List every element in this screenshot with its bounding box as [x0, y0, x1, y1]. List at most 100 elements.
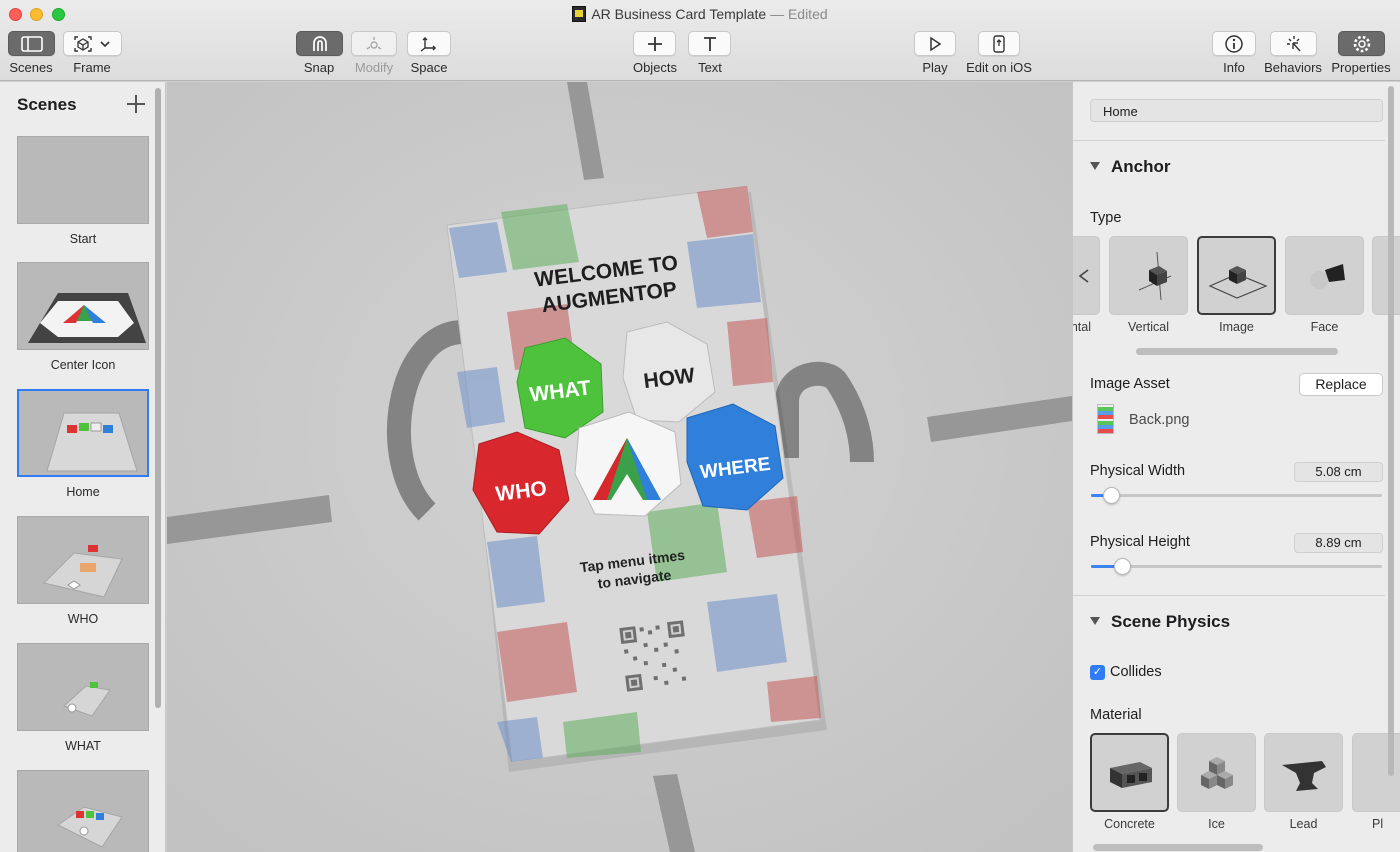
physical-width-field[interactable]: 5.08 cm — [1294, 462, 1383, 482]
frame-button[interactable] — [63, 31, 122, 56]
replace-button[interactable]: Replace — [1299, 373, 1383, 396]
viewport-art: WELCOME TO AUGMENTOP WHAT HOW WHO WHERE … — [167, 82, 1072, 852]
edited-indicator: — Edited — [770, 6, 828, 22]
objects-button[interactable] — [633, 31, 676, 56]
anchor-section-header[interactable]: Anchor — [1090, 157, 1171, 177]
scene-item-center-icon[interactable]: Center Icon — [17, 262, 149, 372]
scene-thumbnail — [17, 770, 149, 852]
modify-button[interactable] — [351, 31, 397, 56]
scenes-toggle-button[interactable] — [8, 31, 55, 56]
materials-scrollbar[interactable] — [1093, 844, 1263, 851]
material-label: Pl — [1372, 817, 1384, 831]
material-label: Ice — [1208, 817, 1225, 831]
modify-label: Modify — [354, 60, 394, 75]
properties-panel: Home Anchor Type ntal Vertical Image Fac… — [1072, 82, 1400, 852]
scene-label: Start — [69, 232, 97, 246]
collides-label: Collides — [1110, 664, 1162, 680]
frame-cube-icon — [73, 35, 110, 52]
gear-icon — [1353, 35, 1370, 52]
scene-thumbnail — [17, 262, 149, 350]
anchor-type-label: ntal — [1072, 320, 1091, 334]
material-label: Lead — [1289, 817, 1318, 831]
collides-checkbox[interactable]: ✓ — [1090, 665, 1105, 680]
scene-thumbnail — [17, 643, 149, 731]
scene-canvas[interactable]: WELCOME TO AUGMENTOP WHAT HOW WHO WHERE … — [167, 82, 1072, 852]
scene-item-start[interactable]: Start — [17, 136, 149, 246]
scene-label: WHO — [67, 612, 99, 626]
image-asset-label: Image Asset — [1090, 376, 1170, 392]
edit-on-ios-label: Edit on iOS — [966, 60, 1032, 75]
what-thumbnail-art — [63, 682, 111, 717]
physical-height-field[interactable]: 8.89 cm — [1294, 533, 1383, 553]
material-label: Material — [1090, 707, 1142, 723]
chevron-down-icon — [99, 40, 110, 47]
scene-label: WHAT — [65, 739, 101, 753]
text-button[interactable] — [688, 31, 731, 56]
anchor-type-horizontal[interactable] — [1073, 236, 1100, 315]
anchor-type-label: Image — [1219, 320, 1254, 334]
edit-on-ios-button[interactable] — [978, 31, 1020, 56]
scene-label: Home — [66, 485, 100, 499]
objects-label: Objects — [632, 60, 678, 75]
window-title: AR Business Card Template — Edited — [0, 6, 1400, 22]
scene-name-field[interactable]: Home — [1090, 99, 1383, 122]
material-label: Concrete — [1104, 817, 1155, 831]
scene-item-who[interactable]: WHO — [17, 516, 149, 626]
space-button[interactable] — [407, 31, 451, 56]
vertical-anchor-icon — [1138, 251, 1171, 300]
behaviors-button[interactable] — [1270, 31, 1317, 56]
window-title-text: AR Business Card Template — [591, 6, 767, 22]
play-label: Play — [922, 60, 948, 75]
scene-physics-section-header[interactable]: Scene Physics — [1090, 612, 1230, 632]
sidebar-scrollbar[interactable] — [155, 88, 161, 708]
material-concrete[interactable] — [1090, 733, 1169, 812]
anchor-type-object[interactable] — [1372, 236, 1400, 315]
concrete-block-icon — [1109, 761, 1152, 788]
scene-item-what[interactable]: WHAT — [17, 643, 149, 753]
anchor-type-label: Type — [1090, 210, 1122, 226]
asset-file-name: Back.png — [1129, 412, 1190, 428]
add-scene-icon[interactable] — [125, 93, 147, 115]
transform-icon — [366, 36, 382, 50]
play-icon — [930, 36, 942, 51]
sidebar-title: Scenes — [17, 95, 77, 114]
properties-button[interactable] — [1338, 31, 1385, 56]
anchor-type-image[interactable] — [1197, 236, 1276, 315]
physical-width-slider[interactable] — [1091, 487, 1382, 504]
behaviors-icon — [1286, 35, 1301, 51]
text-icon — [703, 36, 716, 51]
scene-thumbnail — [17, 389, 149, 477]
plus-icon — [647, 36, 662, 51]
divider — [1073, 595, 1385, 596]
anchor-type-face[interactable] — [1285, 236, 1364, 315]
sidebar-icon — [20, 35, 43, 52]
anchor-types-scrollbar[interactable] — [1136, 348, 1338, 355]
center-icon-thumbnail-art — [28, 293, 146, 343]
material-ice[interactable] — [1177, 733, 1256, 812]
scene-item-next[interactable] — [17, 770, 149, 852]
play-button[interactable] — [914, 31, 956, 56]
image-anchor-icon — [1208, 265, 1268, 299]
panel-scrollbar[interactable] — [1388, 86, 1394, 776]
snap-button[interactable] — [296, 31, 343, 56]
image-file-icon — [1097, 404, 1114, 434]
anchor-type-vertical[interactable] — [1109, 236, 1188, 315]
anchor-type-label: Vertical — [1128, 320, 1169, 334]
info-label: Info — [1223, 60, 1245, 75]
disclosure-triangle-icon — [1090, 617, 1100, 625]
ice-cubes-icon — [1200, 756, 1233, 789]
space-label: Space — [410, 60, 448, 75]
properties-label: Properties — [1331, 60, 1391, 75]
scenes-label: Scenes — [9, 60, 53, 75]
slider-knob[interactable] — [1114, 558, 1131, 575]
anchor-type-label: Face — [1310, 320, 1339, 334]
material-lead[interactable] — [1264, 733, 1343, 812]
text-label: Text — [698, 60, 722, 75]
info-button[interactable] — [1212, 31, 1256, 56]
scene-item-home[interactable]: Home — [17, 389, 149, 499]
phone-icon — [993, 34, 1005, 53]
snap-label: Snap — [303, 60, 335, 75]
horizontal-anchor-icon — [1078, 269, 1089, 283]
physical-height-slider[interactable] — [1091, 558, 1382, 575]
slider-knob[interactable] — [1103, 487, 1120, 504]
